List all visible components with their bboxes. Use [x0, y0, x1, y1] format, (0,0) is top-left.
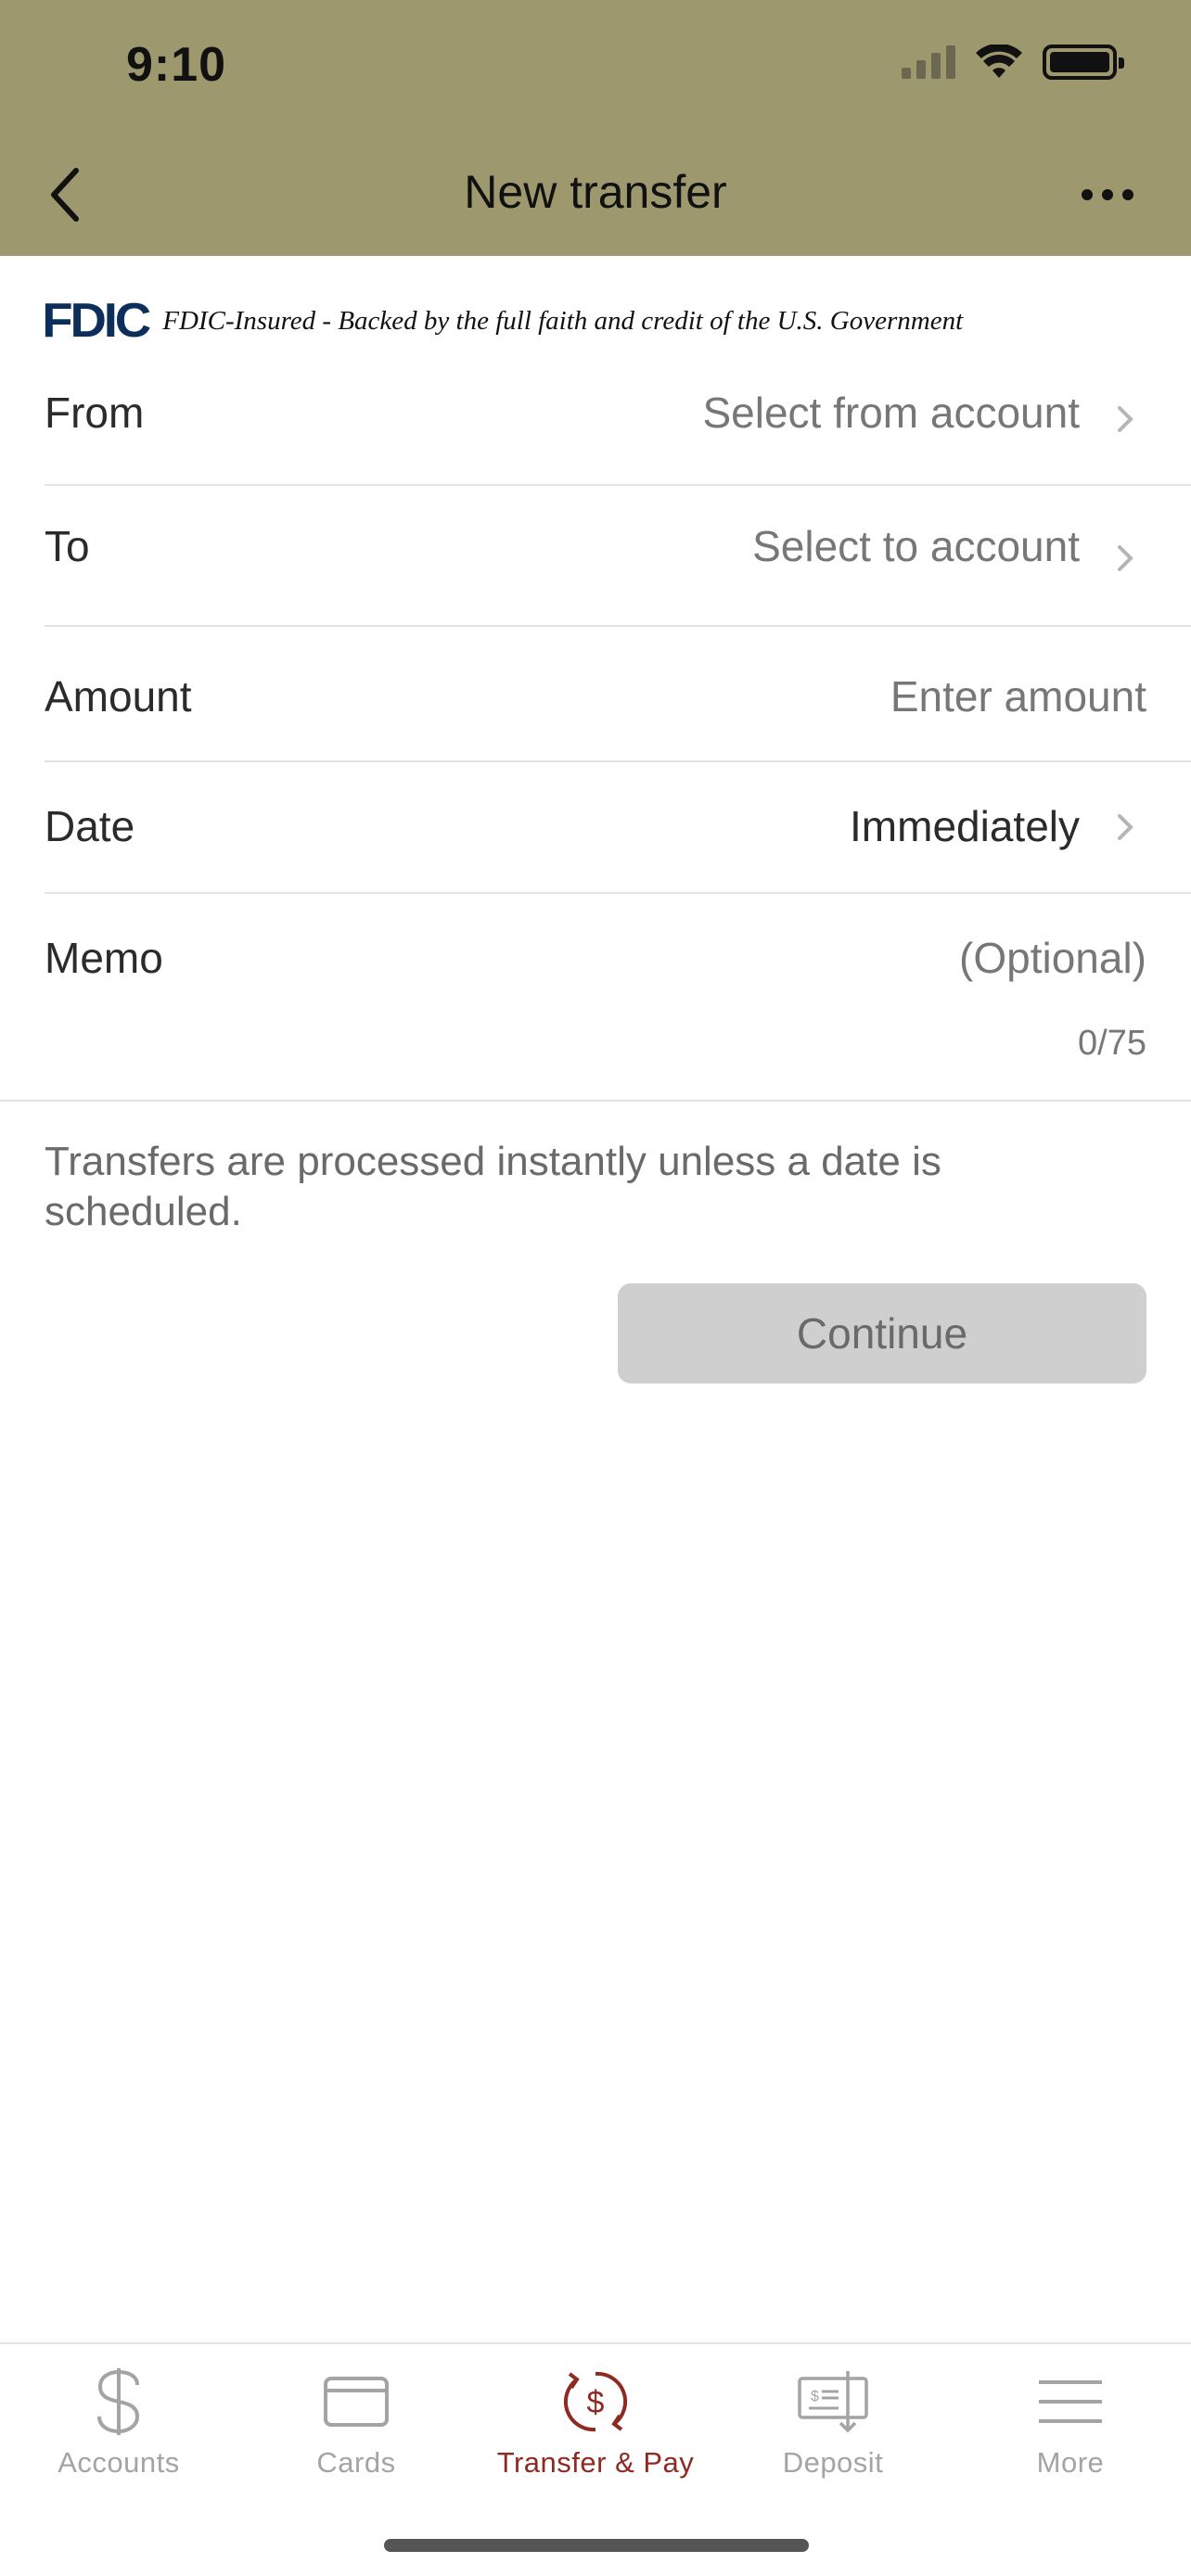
date-label: Date: [45, 802, 135, 850]
home-indicator[interactable]: [384, 2539, 809, 2552]
check-deposit-icon: $: [796, 2365, 870, 2439]
amount-label: Amount: [45, 672, 192, 721]
status-time: 9:10: [126, 38, 227, 92]
nav-bar: New transfer: [0, 139, 1191, 256]
more-options-button[interactable]: [1061, 158, 1154, 232]
memo-character-counter: 0/75: [1078, 1024, 1146, 1063]
battery-icon: [1043, 45, 1124, 80]
chevron-right-icon: [1118, 814, 1133, 840]
to-account-row[interactable]: To Select to account: [45, 486, 1191, 627]
fdic-disclaimer: FDIC-Insured - Backed by the full faith …: [162, 305, 964, 336]
status-icons: [902, 45, 1124, 80]
amount-input[interactable]: Enter amount: [890, 671, 1146, 721]
ellipsis-icon: [1082, 189, 1093, 200]
tab-accounts[interactable]: Accounts: [0, 2344, 237, 2493]
chevron-right-icon: [1118, 406, 1133, 432]
tab-label: Deposit: [782, 2446, 884, 2479]
chevron-right-icon: [1118, 545, 1133, 571]
memo-row[interactable]: Memo (Optional) 0/75: [45, 894, 1191, 1100]
tab-transfer-pay[interactable]: $ Transfer & Pay: [477, 2344, 714, 2493]
to-label: To: [45, 522, 90, 570]
svg-text:$: $: [587, 2385, 605, 2420]
memo-input[interactable]: (Optional): [959, 933, 1146, 983]
tab-label: Transfer & Pay: [496, 2446, 695, 2479]
transfer-icon: $: [558, 2365, 633, 2439]
date-row[interactable]: Date Immediately: [45, 762, 1191, 894]
status-bar: 9:10: [0, 0, 1191, 139]
continue-button[interactable]: Continue: [618, 1283, 1146, 1384]
cellular-signal-icon: [902, 45, 955, 79]
transfer-info-text: Transfers are processed instantly unless…: [45, 1139, 941, 1234]
to-account-value: Select to account: [752, 522, 1080, 570]
tab-label: More: [1036, 2446, 1105, 2479]
page-title: New transfer: [464, 166, 727, 218]
card-icon: [323, 2365, 390, 2439]
dollar-icon: [91, 2365, 147, 2439]
wifi-icon: [976, 45, 1022, 78]
svg-text:$: $: [811, 2389, 819, 2404]
tab-label: Cards: [316, 2446, 396, 2479]
tab-cards[interactable]: Cards: [237, 2344, 475, 2493]
date-value: Immediately: [850, 802, 1080, 850]
from-account-value: Select from account: [702, 389, 1080, 437]
fdic-logo: FDIC: [42, 294, 151, 348]
tab-more[interactable]: More: [952, 2344, 1189, 2493]
tab-label: Accounts: [58, 2446, 180, 2479]
memo-label: Memo: [45, 934, 163, 982]
app-header: 9:10 New transfer: [0, 0, 1191, 256]
amount-row[interactable]: Amount Enter amount: [45, 627, 1191, 762]
tab-deposit[interactable]: $ Deposit: [714, 2344, 952, 2493]
from-account-row[interactable]: From Select from account: [45, 362, 1191, 486]
divider: [0, 1100, 1191, 1102]
from-label: From: [45, 389, 145, 437]
fdic-banner: FDIC FDIC-Insured - Backed by the full f…: [42, 294, 964, 348]
menu-icon: [1037, 2365, 1104, 2439]
